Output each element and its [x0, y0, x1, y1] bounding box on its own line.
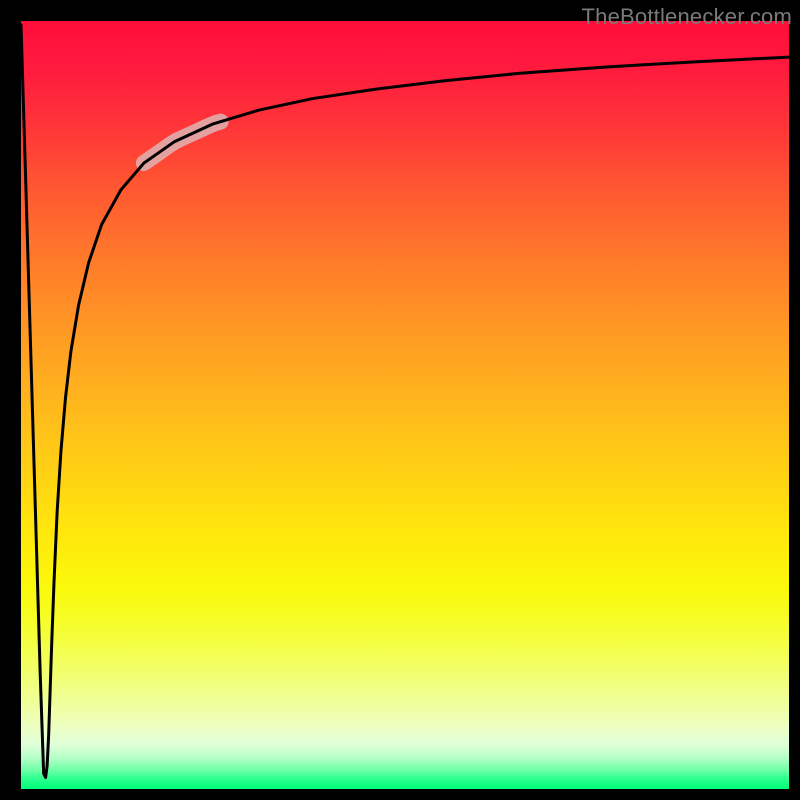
watermark-text: TheBottlenecker.com — [582, 4, 792, 30]
plot-area — [21, 21, 789, 789]
bottleneck-curve-highlight — [144, 122, 221, 163]
curve-svg — [21, 21, 789, 789]
bottleneck-curve — [21, 25, 789, 778]
chart-root: TheBottlenecker.com — [0, 0, 800, 800]
